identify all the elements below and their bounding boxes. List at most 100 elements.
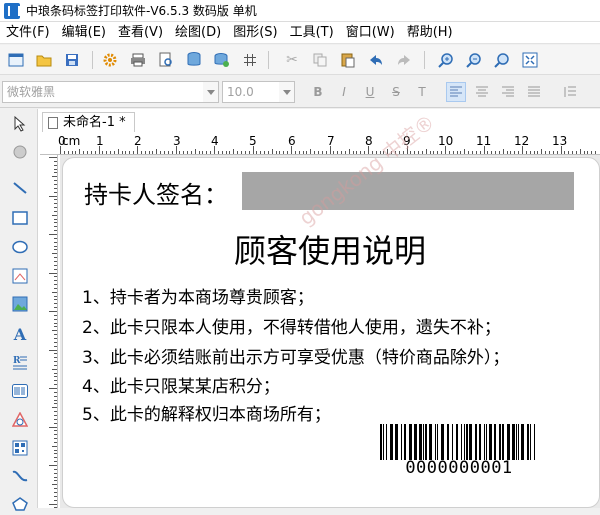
settings-icon[interactable] bbox=[100, 50, 120, 70]
pan-icon[interactable] bbox=[9, 141, 31, 163]
barcode-bar bbox=[425, 424, 427, 460]
print-preview-icon[interactable] bbox=[156, 50, 176, 70]
save-icon[interactable] bbox=[62, 50, 82, 70]
new-icon[interactable] bbox=[6, 50, 26, 70]
menu-draw[interactable]: 绘图(D) bbox=[169, 22, 227, 44]
ruler-tick bbox=[54, 418, 57, 420]
document-tab[interactable]: 未命名-1 * bbox=[42, 112, 135, 132]
redo-icon[interactable] bbox=[394, 50, 414, 70]
ruler-tick bbox=[348, 149, 350, 154]
paste-icon[interactable] bbox=[338, 50, 358, 70]
barcode-bar bbox=[475, 424, 477, 460]
curve-icon[interactable] bbox=[9, 465, 31, 487]
ruler-tick bbox=[287, 151, 289, 154]
ruler-tick bbox=[54, 457, 57, 459]
ruler-tick bbox=[591, 151, 593, 154]
menu-tools[interactable]: 工具(T) bbox=[284, 22, 340, 44]
font-size-dropdown-icon[interactable] bbox=[279, 81, 295, 103]
ruler-tick bbox=[279, 151, 281, 154]
ruler-tick bbox=[54, 337, 57, 339]
justify-button[interactable] bbox=[524, 82, 544, 102]
ruler-tick bbox=[49, 195, 57, 197]
zoom-fit-icon[interactable] bbox=[492, 50, 512, 70]
rule-line-5[interactable]: 5、此卡的解释权归本商场所有； bbox=[82, 400, 331, 425]
zoom-in-icon[interactable] bbox=[436, 50, 456, 70]
shape-icon[interactable] bbox=[9, 409, 31, 431]
ruler-tick bbox=[54, 326, 57, 328]
menu-window[interactable]: 窗口(W) bbox=[340, 22, 401, 44]
align-center-button[interactable] bbox=[472, 82, 492, 102]
ruler-tick bbox=[294, 151, 296, 154]
signature-label[interactable]: 持卡人签名： bbox=[84, 175, 228, 210]
barcode-bar bbox=[469, 424, 472, 460]
barcode-bar bbox=[380, 424, 382, 460]
rule-line-2[interactable]: 2、此卡只限本人使用，不得转借他人使用，遗失不补； bbox=[82, 313, 501, 338]
line-spacing-button[interactable] bbox=[560, 82, 580, 102]
ruler-tick bbox=[175, 146, 177, 154]
underline-button[interactable]: U bbox=[360, 82, 380, 102]
strikethrough-button[interactable]: S bbox=[386, 82, 406, 102]
ruler-tick bbox=[75, 151, 77, 154]
font-name-select[interactable]: 微软雅黑 bbox=[2, 81, 204, 103]
ruler-number: 7 bbox=[327, 134, 335, 148]
ruler-tick bbox=[333, 151, 335, 154]
ruler-tick bbox=[210, 151, 212, 154]
select-icon[interactable] bbox=[9, 113, 31, 135]
ruler-tick bbox=[86, 151, 88, 154]
undo-icon[interactable] bbox=[366, 50, 386, 70]
copy-icon[interactable] bbox=[310, 50, 330, 70]
bold-button[interactable]: B bbox=[308, 82, 328, 102]
open-icon[interactable] bbox=[34, 50, 54, 70]
picture-icon[interactable] bbox=[9, 293, 31, 315]
ruler-tick bbox=[54, 434, 57, 436]
card-heading[interactable]: 顾客使用说明 bbox=[0, 226, 600, 272]
barcode-icon[interactable] bbox=[9, 380, 31, 402]
rule-line-1[interactable]: 1、持卡者为本商场尊贵顾客； bbox=[82, 283, 314, 308]
italic-button[interactable]: I bbox=[334, 82, 354, 102]
rule-line-3[interactable]: 3、此卡必须结账前出示方可享受优惠（特价商品除外）； bbox=[82, 343, 509, 368]
ruler-tick bbox=[54, 422, 57, 424]
fit-page-icon[interactable] bbox=[520, 50, 540, 70]
barcode-bar bbox=[464, 424, 465, 460]
menu-shape[interactable]: 图形(S) bbox=[227, 22, 283, 44]
menu-edit[interactable]: 编辑(E) bbox=[56, 22, 112, 44]
menu-view[interactable]: 查看(V) bbox=[112, 22, 169, 44]
cut-icon[interactable]: ✂ bbox=[282, 50, 302, 70]
rich-text-icon[interactable]: R bbox=[9, 351, 31, 373]
menu-file[interactable]: 文件(F) bbox=[0, 22, 56, 44]
ruler-tick bbox=[54, 280, 57, 282]
title-bar: 中琅条码标签打印软件-V6.5.3 数码版 单机 bbox=[0, 0, 600, 22]
ruler-tick bbox=[452, 151, 454, 154]
rule-line-4[interactable]: 4、此卡只限某某店积分； bbox=[82, 372, 280, 397]
print-icon[interactable] bbox=[128, 50, 148, 70]
barcode[interactable] bbox=[380, 424, 538, 460]
ruler-tick bbox=[54, 222, 57, 224]
barcode-bar bbox=[409, 424, 412, 460]
superscript-button[interactable]: T bbox=[412, 82, 432, 102]
polygon-icon[interactable] bbox=[9, 493, 31, 515]
ruler-tick bbox=[54, 168, 57, 170]
ruler-tick bbox=[52, 330, 57, 332]
barcode-text[interactable]: 0000000001 bbox=[380, 458, 538, 478]
ruler-tick bbox=[152, 151, 154, 154]
align-left-button[interactable] bbox=[446, 82, 466, 102]
grid-icon[interactable] bbox=[240, 50, 260, 70]
ruler-tick bbox=[425, 149, 427, 154]
ruler-tick bbox=[125, 151, 127, 154]
menu-help[interactable]: 帮助(H) bbox=[401, 22, 459, 44]
ruler-tick bbox=[106, 151, 108, 154]
ruler-tick bbox=[54, 357, 57, 359]
signature-box[interactable] bbox=[242, 172, 574, 210]
font-size-select[interactable]: 10.0 bbox=[222, 81, 280, 103]
font-name-dropdown-icon[interactable] bbox=[203, 81, 219, 103]
align-right-button[interactable] bbox=[498, 82, 518, 102]
zoom-out-icon[interactable] bbox=[464, 50, 484, 70]
qrcode-icon[interactable] bbox=[9, 437, 31, 459]
line-icon[interactable] bbox=[9, 177, 31, 199]
database-settings-icon[interactable] bbox=[212, 50, 232, 70]
database-icon[interactable] bbox=[184, 50, 204, 70]
text-icon[interactable]: A bbox=[9, 323, 31, 345]
ruler-tick bbox=[464, 149, 466, 154]
ruler-tick bbox=[537, 151, 539, 154]
ruler-tick bbox=[71, 151, 73, 154]
